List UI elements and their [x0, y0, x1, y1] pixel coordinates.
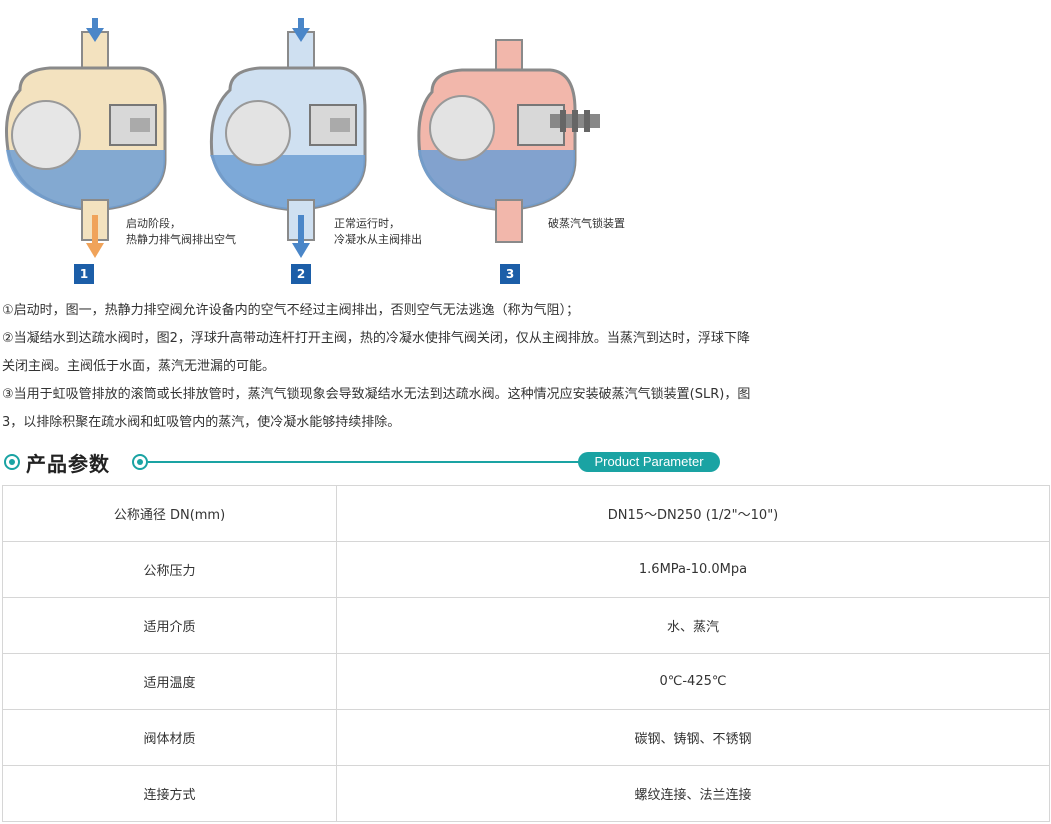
param-name: 连接方式	[2, 765, 337, 822]
operation-description: ①启动时，图一，热静力排空阀允许设备内的空气不经过主阀排出，否则空气无法逃逸（称…	[2, 297, 842, 437]
step-badge-2: 2	[291, 264, 311, 284]
param-value: 0℃-425℃	[336, 653, 1050, 710]
param-value: 水、蒸汽	[336, 597, 1050, 654]
section-header: 产品参数 Product Parameter	[0, 446, 730, 478]
desc-paragraph-1: ①启动时，图一，热静力排空阀允许设备内的空气不经过主阀排出，否则空气无法逃逸（称…	[2, 303, 580, 318]
param-name: 公称压力	[2, 541, 337, 598]
desc-paragraph-2a: ②当凝结水到达疏水阀时，图2，浮球升高带动连杆打开主阀，热的冷凝水使排气阀关闭，…	[2, 331, 750, 346]
param-name: 阀体材质	[2, 709, 337, 766]
table-row: 公称通径 DN(mm) DN15～DN250 (1/2"～10")	[2, 485, 1050, 542]
desc-paragraph-3a: ③当用于虹吸管排放的滚筒或长排放管时，蒸汽气锁现象会导致凝结水无法到达疏水阀。这…	[2, 387, 751, 402]
ring-bullet-icon	[4, 454, 20, 470]
ring-connector-icon	[132, 454, 148, 470]
param-name: 适用介质	[2, 597, 337, 654]
desc-paragraph-2b: 关闭主阀。主阀低于水面，蒸汽无泄漏的可能。	[2, 359, 276, 374]
section-title: 产品参数	[26, 452, 110, 476]
table-row: 连接方式 螺纹连接、法兰连接	[2, 765, 1050, 822]
product-parameter-table: 公称通径 DN(mm) DN15～DN250 (1/2"～10") 公称压力 1…	[2, 485, 1050, 822]
param-value: 螺纹连接、法兰连接	[336, 765, 1050, 822]
param-value: 1.6MPa-10.0Mpa	[336, 541, 1050, 598]
step-badge-3: 3	[500, 264, 520, 284]
header-divider	[148, 461, 588, 463]
desc-paragraph-3b: 3，以排除积聚在疏水阀和虹吸管内的蒸汽，使冷凝水能够持续排除。	[2, 415, 401, 430]
table-row: 适用介质 水、蒸汽	[2, 597, 1050, 654]
diagram-3-caption: 破蒸汽气锁装置	[548, 217, 625, 230]
param-value: DN15～DN250 (1/2"～10")	[336, 485, 1050, 542]
steam-trap-diagrams: 启动阶段， 热静力排气阀排出空气 1 正常运行时， 冷凝水从主阀排出 2 破蒸汽…	[0, 0, 660, 290]
diagram-steam-lock-release	[417, 39, 600, 243]
param-value: 碳钢、铸钢、不锈钢	[336, 709, 1050, 766]
step-badge-1: 1	[74, 264, 94, 284]
table-row: 适用温度 0℃-425℃	[2, 653, 1050, 710]
table-row: 阀体材质 碳钢、铸钢、不锈钢	[2, 709, 1050, 766]
table-row: 公称压力 1.6MPa-10.0Mpa	[2, 541, 1050, 598]
diagram-2-caption: 正常运行时， 冷凝水从主阀排出	[334, 217, 422, 246]
param-name: 公称通径 DN(mm)	[2, 485, 337, 542]
section-badge: Product Parameter	[578, 452, 720, 472]
param-name: 适用温度	[2, 653, 337, 710]
